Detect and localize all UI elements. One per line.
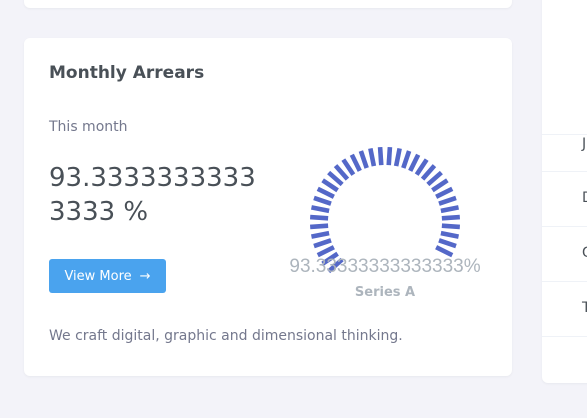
gauge-tick [441,223,460,230]
card-description: We craft digital, graphic and dimensiona… [49,328,403,344]
view-more-label: View More [64,268,132,284]
gauge-tick [386,147,393,166]
gauge-tick [341,158,356,176]
radial-gauge-chart: 93.33333333333333% Series A [289,147,481,300]
gauge-tick [316,245,335,258]
gauge-tick [441,214,460,221]
gauge-tick [420,164,437,181]
adjacent-card: J D G T [542,0,587,383]
gauge-tick [431,178,449,193]
gauge-tick [313,195,332,206]
gauge-tick [426,170,443,187]
gauge-tick [408,153,421,172]
table-row-divider [542,134,587,135]
table-row-divider [542,281,587,282]
gauge-tick [440,230,460,239]
gauge-tick [438,195,457,206]
gauge-tick [310,223,329,230]
gauge-tick [327,170,344,187]
gauge-tick [310,230,330,239]
table-cell: D [582,190,587,206]
gauge-tick [368,147,377,167]
gauge-tick [310,214,329,221]
gauge-tick [310,205,330,214]
gauge-tick [440,205,460,214]
gauge-tick [414,158,429,176]
table-row-divider [542,171,587,172]
gauge-value-label: 93.33333333333333% [289,256,480,277]
gauge-tick [438,238,457,249]
gauge-ticks [310,147,460,274]
table-cell: T [582,300,587,316]
arrow-right-icon: → [139,268,151,284]
table-row-divider [542,336,587,337]
arrears-value: 93.33333333333333 % [49,163,256,227]
gauge-tick [377,147,384,166]
gauge-tick [435,245,454,258]
gauge-tick [333,164,350,181]
gauge-tick [393,147,402,167]
previous-card [24,0,512,8]
card-title: Monthly Arrears [49,63,205,83]
gauge-tick [316,186,335,199]
gauge-series-label: Series A [355,285,415,300]
gauge-tick [313,238,332,249]
period-label: This month [49,119,128,135]
gauge-tick [358,150,369,169]
gauge-tick [401,150,412,169]
monthly-arrears-card: Monthly Arrears This month 93.3333333333… [24,38,512,376]
gauge-tick [321,178,339,193]
table-cell: J [582,136,587,152]
gauge-tick [349,153,362,172]
table-cell: G [582,245,587,261]
gauge-tick [435,186,454,199]
view-more-button[interactable]: View More → [49,259,166,293]
table-row-divider [542,226,587,227]
